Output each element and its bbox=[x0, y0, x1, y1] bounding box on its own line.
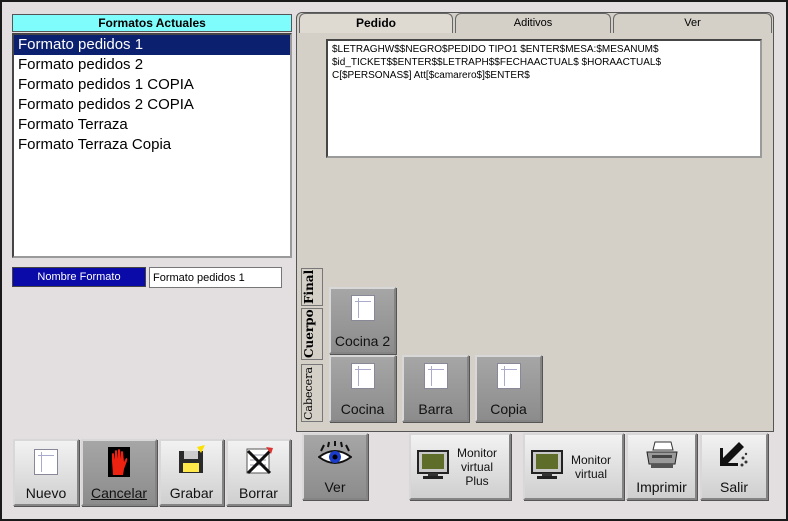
format-template-text[interactable]: $LETRAGHW$$NEGRO$PEDIDO TIPO1 $ENTER$MES… bbox=[326, 39, 762, 158]
eye-icon bbox=[317, 441, 353, 472]
copia-label: Copia bbox=[490, 401, 527, 417]
stop-hand-icon bbox=[108, 447, 130, 480]
monitor-icon bbox=[417, 450, 449, 483]
nuevo-label: Nuevo bbox=[25, 485, 67, 501]
list-item[interactable]: Formato Terraza bbox=[14, 115, 290, 135]
borrar-label: Borrar bbox=[239, 485, 278, 501]
delete-document-icon bbox=[244, 445, 274, 478]
section-tabs: Final Cuerpo Cabecera bbox=[301, 268, 323, 425]
format-name-label: Nombre Formato bbox=[12, 267, 146, 287]
floppy-disk-icon bbox=[177, 445, 207, 478]
format-name-input[interactable] bbox=[149, 267, 282, 288]
monitor-line1: Monitor bbox=[571, 452, 612, 467]
tab-cabecera[interactable]: Cabecera bbox=[301, 364, 323, 422]
grabar-button[interactable]: Grabar bbox=[159, 439, 224, 506]
nuevo-button[interactable]: Nuevo bbox=[13, 439, 79, 506]
tab-ver[interactable]: Ver bbox=[613, 13, 772, 33]
list-item[interactable]: Formato pedidos 1 COPIA bbox=[14, 75, 290, 95]
formats-list[interactable]: Formato pedidos 1 Formato pedidos 2 Format… bbox=[12, 33, 292, 258]
monitor-virtual-plus-button[interactable]: Monitor virtual Plus bbox=[409, 433, 511, 500]
ver-button[interactable]: Ver bbox=[302, 433, 368, 500]
grabar-label: Grabar bbox=[169, 485, 214, 501]
monitor-line2: virtual bbox=[575, 466, 608, 481]
document-icon bbox=[496, 363, 521, 389]
salir-button[interactable]: Salir bbox=[700, 433, 768, 500]
monitor-plus-line1: Monitor bbox=[457, 445, 498, 460]
monitor-virtual-plus-label: Monitor virtual Plus bbox=[457, 446, 497, 488]
tab-final[interactable]: Final bbox=[301, 268, 323, 306]
list-item[interactable]: Formato pedidos 1 bbox=[14, 35, 290, 55]
exit-arrow-icon bbox=[719, 440, 749, 473]
monitor-plus-line2: virtual bbox=[461, 459, 494, 474]
barra-button[interactable]: Barra bbox=[402, 355, 469, 422]
document-icon bbox=[423, 363, 448, 389]
tab-cuerpo[interactable]: Cuerpo bbox=[301, 308, 323, 360]
document-icon bbox=[34, 449, 58, 475]
monitor-virtual-label: Monitor virtual bbox=[571, 453, 611, 481]
document-icon bbox=[350, 295, 375, 321]
copia-button[interactable]: Copia bbox=[475, 355, 542, 422]
monitor-plus-line3: Plus bbox=[465, 473, 489, 488]
tab-pedido[interactable]: Pedido bbox=[299, 13, 453, 33]
list-item[interactable]: Formato pedidos 2 COPIA bbox=[14, 95, 290, 115]
cocina2-label: Cocina 2 bbox=[334, 333, 391, 349]
cocina-button[interactable]: Cocina bbox=[329, 355, 396, 422]
borrar-button[interactable]: Borrar bbox=[226, 439, 291, 506]
document-icon bbox=[350, 363, 375, 389]
formats-list-title: Formatos Actuales bbox=[12, 14, 292, 32]
ver-label: Ver bbox=[324, 479, 346, 495]
cancelar-button[interactable]: Cancelar bbox=[81, 439, 157, 506]
tab-aditivos[interactable]: Aditivos bbox=[455, 13, 611, 33]
barra-label: Barra bbox=[418, 401, 453, 417]
printer-icon bbox=[645, 440, 679, 473]
cocina2-button[interactable]: Cocina 2 bbox=[329, 287, 396, 354]
imprimir-button[interactable]: Imprimir bbox=[626, 433, 697, 500]
list-item[interactable]: Formato pedidos 2 bbox=[14, 55, 290, 75]
cancelar-label: Cancelar bbox=[90, 485, 148, 501]
monitor-virtual-button[interactable]: Monitor virtual bbox=[523, 433, 624, 500]
cocina-label: Cocina bbox=[340, 401, 385, 417]
monitor-icon bbox=[531, 450, 563, 483]
list-item[interactable]: Formato Terraza Copia bbox=[14, 135, 290, 155]
salir-label: Salir bbox=[719, 479, 748, 495]
imprimir-label: Imprimir bbox=[636, 479, 687, 495]
